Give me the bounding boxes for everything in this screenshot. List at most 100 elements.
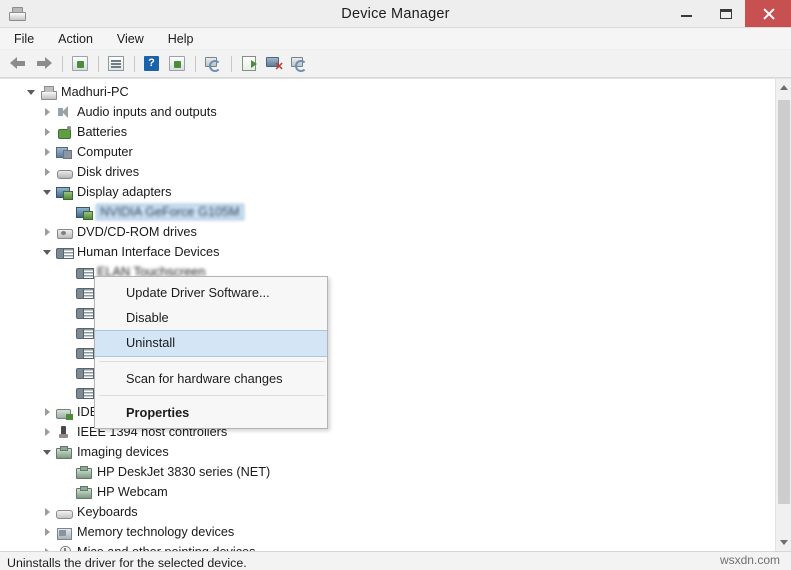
- toolbar: ? ✕: [0, 50, 791, 78]
- collapse-triangle-icon[interactable]: [42, 186, 54, 198]
- watermark: wsxdn.com: [719, 553, 780, 567]
- tree-indent-spacer: [62, 386, 74, 398]
- pc-device-icon: [40, 85, 57, 100]
- toolbar-separator: [134, 55, 135, 72]
- img-device-icon: [76, 465, 93, 480]
- tree-item[interactable]: Madhuri-PC: [0, 82, 775, 102]
- tree-item[interactable]: Imaging devices: [0, 442, 775, 462]
- maximize-button[interactable]: [706, 0, 745, 27]
- scan-for-hardware-changes-icon[interactable]: [201, 53, 224, 75]
- tree-item[interactable]: Computer: [0, 142, 775, 162]
- collapse-triangle-icon[interactable]: [26, 86, 38, 98]
- hid-device-icon: [56, 245, 74, 260]
- tree-item[interactable]: Mice and other pointing devices: [0, 542, 775, 551]
- kb-device-icon: [56, 505, 73, 520]
- tree-item[interactable]: Batteries: [0, 122, 775, 142]
- tree-item-label: Batteries: [77, 125, 128, 139]
- comp-device-icon: [56, 145, 73, 160]
- tree-item[interactable]: Keyboards: [0, 502, 775, 522]
- forward-arrow-icon[interactable]: [32, 53, 55, 75]
- context-menu-item[interactable]: Disable: [95, 305, 327, 330]
- minimize-button[interactable]: [667, 0, 706, 27]
- close-button[interactable]: [745, 0, 791, 27]
- tree-item-label: HP Webcam: [97, 485, 168, 499]
- toolbar-separator: [62, 55, 63, 72]
- back-arrow-icon[interactable]: [7, 53, 30, 75]
- context-menu-separator: [99, 361, 325, 362]
- show-hidden-devices-icon[interactable]: [68, 53, 91, 75]
- img-device-icon: [56, 445, 73, 460]
- context-menu-item[interactable]: Uninstall: [95, 330, 327, 357]
- device-properties-icon[interactable]: [165, 53, 188, 75]
- mem-device-icon: [56, 525, 73, 540]
- toolbar-separator: [195, 55, 196, 72]
- scroll-up-arrow[interactable]: [776, 79, 791, 96]
- uninstall-device-icon[interactable]: [287, 53, 310, 75]
- tree-item[interactable]: Display adapters: [0, 182, 775, 202]
- batt-device-icon: [56, 125, 73, 140]
- status-bar-text: Uninstalls the driver for the selected d…: [7, 555, 247, 570]
- tree-item[interactable]: Disk drives: [0, 162, 775, 182]
- tree-item-label: Memory technology devices: [77, 525, 235, 539]
- expand-triangle-icon[interactable]: [42, 226, 54, 238]
- ide-device-icon: [56, 405, 73, 420]
- tree-item-label: DVD/CD-ROM drives: [77, 225, 197, 239]
- tree-item[interactable]: Human Interface Devices: [0, 242, 775, 262]
- tree-item[interactable]: NVIDIA GeForce G105M: [0, 202, 775, 222]
- display-device-icon: [76, 205, 93, 220]
- menu-bar: File Action View Help: [0, 28, 791, 50]
- tree-item-label: Imaging devices: [77, 445, 169, 459]
- tree-indent-spacer: [62, 466, 74, 478]
- maximize-icon: [719, 8, 732, 19]
- expand-triangle-icon[interactable]: [42, 426, 54, 438]
- device-tree-panel: Madhuri-PC Audio inputs and outputs Batter…: [0, 78, 791, 551]
- disk-device-icon: [56, 165, 73, 180]
- help-icon[interactable]: ?: [140, 53, 163, 75]
- mouse-device-icon: [56, 545, 73, 551]
- dvd-device-icon: [56, 225, 73, 240]
- expand-triangle-icon[interactable]: [42, 526, 54, 538]
- tree-indent-spacer: [62, 286, 74, 298]
- expand-triangle-icon[interactable]: [42, 126, 54, 138]
- tree-item-label: Mice and other pointing devices: [77, 545, 255, 551]
- menu-file[interactable]: File: [10, 30, 45, 48]
- context-menu-item[interactable]: Update Driver Software...: [95, 280, 327, 305]
- menu-view[interactable]: View: [113, 30, 155, 48]
- tree-item-label: Disk drives: [77, 165, 140, 179]
- context-menu-item[interactable]: Properties: [95, 400, 327, 425]
- tree-item[interactable]: Audio inputs and outputs: [0, 102, 775, 122]
- scroll-down-arrow[interactable]: [776, 534, 791, 551]
- hid-device-icon: [76, 265, 94, 280]
- device-manager-window: Device Manager File Action View Help ? ✕…: [0, 0, 791, 570]
- tree-item[interactable]: HP DeskJet 3830 series (NET): [0, 462, 775, 482]
- toolbar-separator: [231, 55, 232, 72]
- device-manager-icon: [8, 6, 26, 22]
- menu-help[interactable]: Help: [164, 30, 205, 48]
- tree-item-label: Madhuri-PC: [61, 85, 129, 99]
- title-bar: Device Manager: [0, 0, 791, 28]
- tree-indent-spacer: [62, 206, 74, 218]
- vertical-scrollbar[interactable]: [775, 79, 791, 551]
- window-controls: [667, 0, 791, 27]
- disable-device-icon[interactable]: ✕: [262, 53, 285, 75]
- tree-item[interactable]: HP Webcam: [0, 482, 775, 502]
- collapse-triangle-icon[interactable]: [42, 246, 54, 258]
- tree-indent-spacer: [62, 306, 74, 318]
- expand-triangle-icon[interactable]: [42, 546, 54, 551]
- expand-triangle-icon[interactable]: [42, 146, 54, 158]
- tree-item[interactable]: Memory technology devices: [0, 522, 775, 542]
- tree-item[interactable]: DVD/CD-ROM drives: [0, 222, 775, 242]
- img-device-icon: [76, 485, 93, 500]
- expand-triangle-icon[interactable]: [42, 166, 54, 178]
- context-menu-item[interactable]: Scan for hardware changes: [95, 366, 327, 391]
- menu-action[interactable]: Action: [54, 30, 104, 48]
- tree-indent-spacer: [62, 486, 74, 498]
- update-driver-icon[interactable]: [237, 53, 260, 75]
- collapse-triangle-icon[interactable]: [42, 446, 54, 458]
- scrollbar-thumb[interactable]: [778, 100, 790, 504]
- expand-triangle-icon[interactable]: [42, 406, 54, 418]
- speaker-device-icon: [56, 105, 73, 120]
- expand-triangle-icon[interactable]: [42, 506, 54, 518]
- expand-triangle-icon[interactable]: [42, 106, 54, 118]
- properties-panel-icon[interactable]: [104, 53, 127, 75]
